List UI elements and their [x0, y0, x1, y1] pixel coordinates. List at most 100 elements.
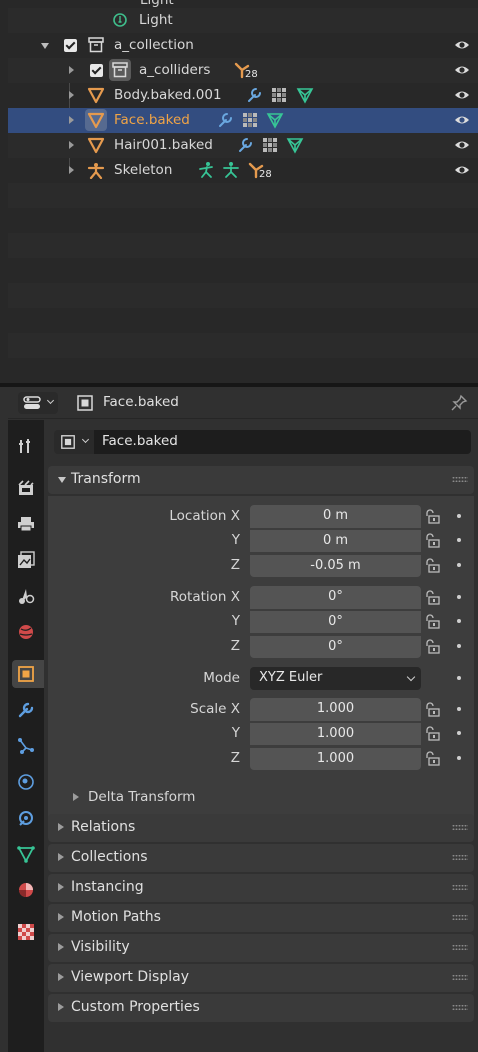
vertex-groups-icon[interactable] [270, 86, 288, 104]
expand-arrow-icon[interactable] [69, 66, 74, 74]
tab-constraints[interactable] [12, 804, 40, 832]
lock-icon[interactable] [425, 750, 441, 766]
pin-icon[interactable] [450, 394, 468, 412]
object-name-field[interactable]: Face.baked [54, 430, 471, 454]
tab-output[interactable] [12, 510, 40, 538]
panel-instancing-header[interactable]: Instancing [48, 874, 474, 902]
expand-arrow-icon [58, 853, 64, 861]
panel-motion-paths-header[interactable]: Motion Paths [48, 904, 474, 932]
panel-relations-header[interactable]: Relations [48, 814, 474, 842]
drag-grip-icon[interactable] [452, 884, 468, 891]
tab-modifiers[interactable] [12, 696, 40, 724]
lock-icon[interactable] [425, 613, 441, 629]
outliner-row-body-baked[interactable]: Body.baked.001 [8, 83, 478, 108]
lock-icon[interactable] [425, 589, 441, 605]
scale-y-field[interactable]: 1.000 [250, 722, 421, 745]
expand-arrow-icon[interactable] [69, 91, 74, 99]
object-name-input[interactable]: Face.baked [94, 430, 471, 454]
lock-icon[interactable] [425, 508, 441, 524]
tab-tool[interactable] [12, 432, 40, 460]
keyframe-dot[interactable] [457, 514, 461, 518]
lock-icon[interactable] [425, 701, 441, 717]
lock-icon[interactable] [425, 532, 441, 548]
collection-checkbox[interactable] [90, 64, 103, 77]
collection-checkbox[interactable] [64, 39, 77, 52]
panel-collections-header[interactable]: Collections [48, 844, 474, 872]
tab-material[interactable] [12, 876, 40, 904]
visibility-eye-icon[interactable] [454, 38, 470, 52]
drag-grip-icon[interactable] [452, 944, 468, 951]
expand-arrow-icon[interactable] [69, 166, 74, 174]
pose-icon[interactable] [197, 161, 215, 179]
keyframe-dot[interactable] [457, 731, 461, 735]
keyframe-dot[interactable] [457, 644, 461, 648]
outliner-row-a-colliders[interactable]: a_colliders 28 [8, 58, 478, 83]
visibility-eye-icon[interactable] [454, 163, 470, 177]
object-type-selector[interactable] [54, 430, 94, 454]
rotation-x-field[interactable]: 0° [250, 586, 421, 609]
visibility-eye-icon[interactable] [454, 113, 470, 127]
tab-particles[interactable] [12, 732, 40, 760]
wrench-icon[interactable] [236, 136, 254, 154]
panel-custom-properties-header[interactable]: Custom Properties [48, 994, 474, 1022]
vertex-groups-icon[interactable] [261, 136, 279, 154]
panel-viewport-display-header[interactable]: Viewport Display [48, 964, 474, 992]
empty-row [8, 258, 478, 283]
lock-icon[interactable] [425, 725, 441, 741]
lock-icon[interactable] [425, 638, 441, 654]
outliner-row-face-baked[interactable]: Face.baked [8, 108, 478, 133]
visibility-eye-icon[interactable] [454, 138, 470, 152]
location-x-field[interactable]: 0 m [250, 505, 421, 528]
keyframe-dot[interactable] [457, 538, 461, 542]
wrench-icon[interactable] [245, 86, 263, 104]
scale-z-field[interactable]: 1.000 [250, 747, 421, 770]
outliner-row-hair-baked[interactable]: Hair001.baked [8, 133, 478, 158]
wrench-icon[interactable] [216, 111, 234, 129]
outliner-row-skeleton[interactable]: Skeleton 28 [8, 158, 478, 183]
drag-grip-icon[interactable] [452, 1004, 468, 1011]
tab-physics[interactable] [12, 768, 40, 796]
keyframe-dot[interactable] [457, 676, 461, 680]
mesh-data-icon[interactable] [296, 86, 314, 104]
editor-type-selector[interactable] [18, 392, 58, 414]
expand-arrow-icon[interactable] [69, 141, 74, 149]
tab-object[interactable] [12, 660, 44, 688]
rotation-y-field[interactable]: 0° [250, 610, 421, 633]
collapse-arrow-icon [58, 477, 66, 483]
tab-object-data[interactable] [12, 840, 40, 868]
lock-icon[interactable] [425, 557, 441, 573]
mesh-data-icon[interactable] [286, 136, 304, 154]
rotation-mode-dropdown[interactable]: XYZ Euler [250, 667, 421, 690]
armature-data-icon[interactable] [222, 161, 240, 179]
keyframe-dot[interactable] [457, 707, 461, 711]
tab-scene[interactable] [12, 582, 40, 610]
scale-x-field[interactable]: 1.000 [250, 698, 421, 721]
vertex-groups-icon[interactable] [241, 111, 259, 129]
keyframe-dot[interactable] [457, 619, 461, 623]
location-z-field[interactable]: -0.05 m [250, 554, 421, 577]
keyframe-dot[interactable] [457, 756, 461, 760]
panel-visibility-header[interactable]: Visibility [48, 934, 474, 962]
mesh-data-icon[interactable] [266, 111, 284, 129]
subpanel-delta-transform[interactable]: Delta Transform [56, 784, 436, 810]
rotation-z-field[interactable]: 0° [250, 635, 421, 658]
keyframe-dot[interactable] [457, 595, 461, 599]
tab-render[interactable] [12, 474, 40, 502]
tab-view-layer[interactable] [12, 546, 40, 574]
outliner-row-a-collection[interactable]: a_collection [8, 33, 478, 58]
visibility-eye-icon[interactable] [454, 63, 470, 77]
tab-texture[interactable] [12, 918, 40, 946]
drag-grip-icon[interactable] [452, 914, 468, 921]
drag-grip-icon[interactable] [452, 854, 468, 861]
expand-arrow-icon[interactable] [41, 43, 49, 49]
outliner-row-light[interactable]: Light [8, 8, 478, 33]
expand-arrow-icon[interactable] [69, 116, 74, 124]
drag-grip-icon[interactable] [452, 476, 468, 483]
visibility-eye-icon[interactable] [454, 88, 470, 102]
drag-grip-icon[interactable] [452, 974, 468, 981]
drag-grip-icon[interactable] [452, 824, 468, 831]
location-y-field[interactable]: 0 m [250, 529, 421, 552]
keyframe-dot[interactable] [457, 563, 461, 567]
tab-world[interactable] [12, 618, 40, 646]
panel-transform-header[interactable]: Transform [48, 466, 474, 494]
